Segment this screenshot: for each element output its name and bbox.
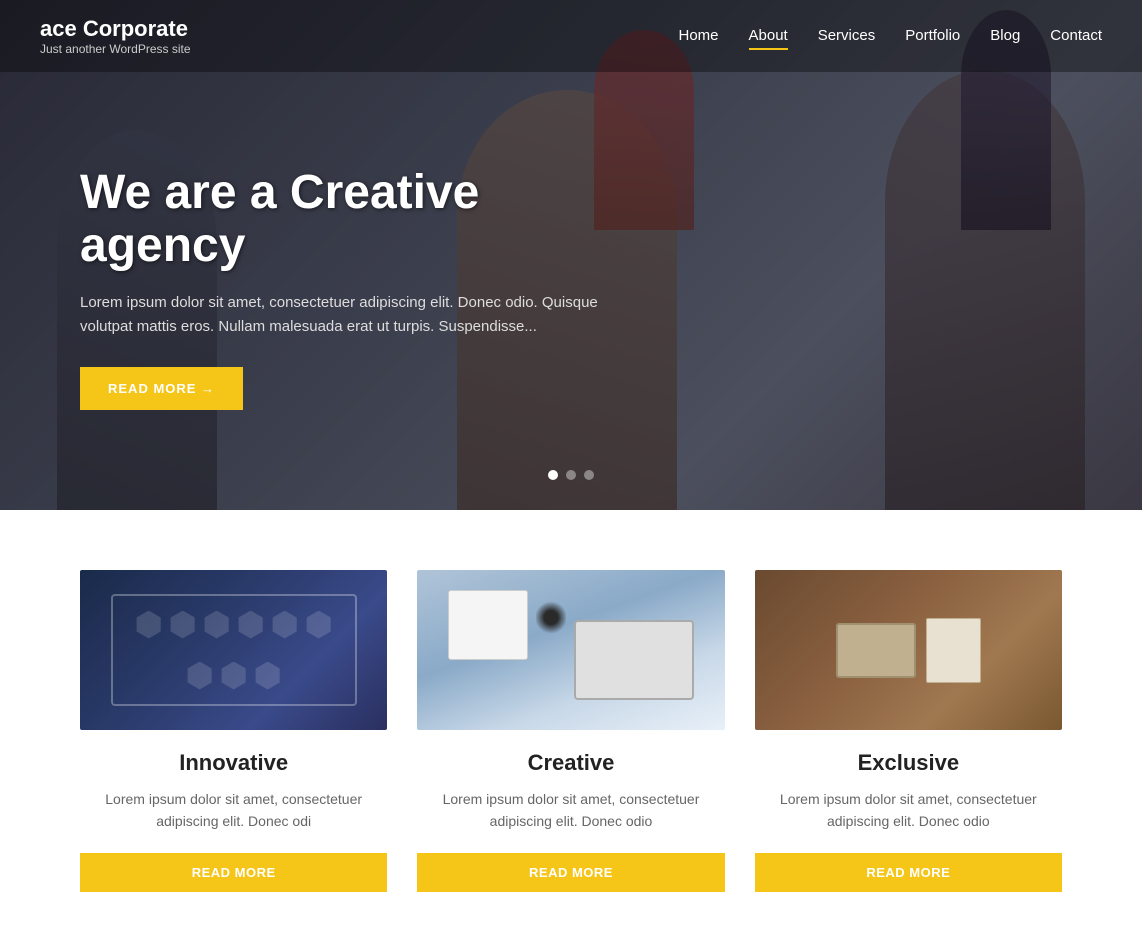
card-creative-description: Lorem ipsum dolor sit amet, consectetuer… [417, 788, 724, 833]
card-innovative-button[interactable]: READ MORE [80, 853, 387, 892]
nav-blog[interactable]: Blog [990, 23, 1020, 50]
hex-icon-8 [220, 662, 248, 690]
hex-icon-6 [305, 611, 333, 639]
laptop-shape [574, 620, 694, 700]
card-innovative: Innovative Lorem ipsum dolor sit amet, c… [80, 570, 387, 892]
card-innovative-description: Lorem ipsum dolor sit amet, consectetuer… [80, 788, 387, 833]
cards-section: Innovative Lorem ipsum dolor sit amet, c… [0, 510, 1142, 932]
card-innovative-image [80, 570, 387, 730]
plant-shape [536, 600, 566, 635]
laptop2-shape [836, 623, 916, 678]
hex-icon-3 [203, 611, 231, 639]
hex-icon-4 [237, 611, 265, 639]
whiteboard-shape [448, 590, 528, 660]
card-exclusive-title: Exclusive [858, 750, 960, 776]
main-nav: Home About Services Portfolio Blog Conta… [678, 23, 1102, 50]
nav-services[interactable]: Services [818, 23, 876, 50]
card-exclusive-button[interactable]: READ MORE [755, 853, 1062, 892]
card-creative-image [417, 570, 724, 730]
logo-area: ace Corporate Just another WordPress sit… [40, 16, 191, 56]
card-exclusive-image [755, 570, 1062, 730]
hero-dot-3[interactable] [584, 470, 594, 480]
hero-title: We are a Creative agency [80, 167, 600, 273]
hero-content: We are a Creative agency Lorem ipsum dol… [80, 167, 600, 410]
hex-icon-7 [186, 662, 214, 690]
card-creative-button[interactable]: READ MORE [417, 853, 724, 892]
hero-description: Lorem ipsum dolor sit amet, consectetuer… [80, 291, 600, 339]
hex-icon-2 [169, 611, 197, 639]
header: ace Corporate Just another WordPress sit… [0, 0, 1142, 72]
card-creative: Creative Lorem ipsum dolor sit amet, con… [417, 570, 724, 892]
nav-contact[interactable]: Contact [1050, 23, 1102, 50]
site-subtitle: Just another WordPress site [40, 42, 191, 56]
hex-icon-5 [271, 611, 299, 639]
nav-home[interactable]: Home [678, 23, 718, 50]
nav-portfolio[interactable]: Portfolio [905, 23, 960, 50]
hex-icon-1 [135, 611, 163, 639]
hero-section: We are a Creative agency Lorem ipsum dol… [0, 0, 1142, 510]
nav-about[interactable]: About [749, 23, 788, 50]
site-title: ace Corporate [40, 16, 191, 42]
paper-shape [926, 618, 981, 683]
card-exclusive: Exclusive Lorem ipsum dolor sit amet, co… [755, 570, 1062, 892]
card-innovative-title: Innovative [179, 750, 288, 776]
hero-dots [548, 470, 594, 480]
card-innovative-image-inner [111, 594, 357, 706]
hex-icon-9 [254, 662, 282, 690]
card-creative-title: Creative [528, 750, 615, 776]
card-exclusive-description: Lorem ipsum dolor sit amet, consectetuer… [755, 788, 1062, 833]
hero-dot-2[interactable] [566, 470, 576, 480]
hero-read-more-button[interactable]: READ MORE → [80, 367, 243, 410]
hero-dot-1[interactable] [548, 470, 558, 480]
